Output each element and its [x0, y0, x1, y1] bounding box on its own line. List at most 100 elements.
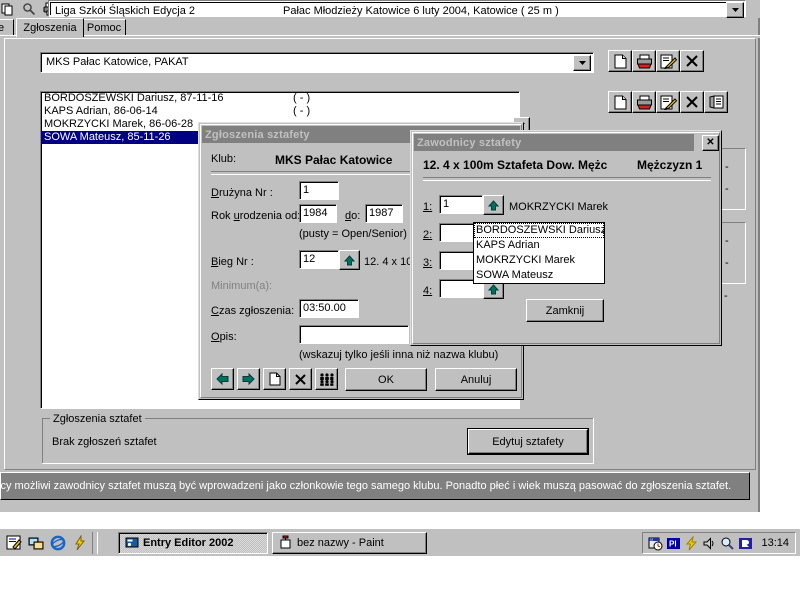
calendar-clock-icon[interactable]: 18	[647, 535, 663, 551]
divider	[423, 177, 711, 181]
club-selector-combo[interactable]: MKS Pałac Katowice, PAKAT	[40, 52, 594, 73]
new-record-button[interactable]	[263, 368, 286, 390]
cancel-button[interactable]: Anuluj	[435, 368, 517, 391]
entry-editor-icon	[125, 535, 139, 552]
leg-1-value: 1	[443, 198, 450, 210]
close-icon[interactable]: ✕	[702, 135, 719, 151]
leg-1-spinner[interactable]	[483, 195, 504, 215]
side-dash: -	[724, 290, 728, 302]
taskbar: Entry Editor 2002 bez nazwy - Paint 18 P…	[0, 528, 800, 556]
magnifier-icon[interactable]	[719, 535, 735, 551]
tab-strip: e Zgłoszenia Pomoc	[0, 18, 760, 37]
list-item-selected[interactable]: SOWA Mateusz, 85-11-26	[41, 131, 210, 144]
description-label: Opis:	[211, 331, 237, 343]
realplayer-icon[interactable]	[737, 535, 753, 551]
event-number-field[interactable]: 12	[299, 250, 339, 269]
copy-icon[interactable]	[0, 1, 18, 18]
taskbar-button-label: Entry Editor 2002	[143, 537, 234, 549]
default-button-ring	[467, 428, 589, 455]
tab-zgloszenia[interactable]: Zgłoszenia	[16, 18, 84, 37]
speaker-icon[interactable]	[701, 535, 717, 551]
language-pl-icon[interactable]: Pl	[665, 535, 681, 551]
edit-club-button[interactable]	[656, 50, 680, 72]
status-bar: scy możliwi zawodnicy sztafet muszą być …	[0, 472, 750, 500]
dropdown-option[interactable]: MOKRZYCKI Marek	[474, 253, 604, 268]
entry-side-panel-bottom: - -	[718, 222, 746, 284]
edit-entry-button[interactable]	[656, 91, 680, 113]
ok-button[interactable]: OK	[345, 368, 427, 391]
chevron-down-icon[interactable]	[726, 2, 744, 18]
delete-entry-button[interactable]	[680, 91, 704, 113]
birthyear-to-value: 1987	[369, 207, 394, 219]
tab-pomoc-label: Pomoc	[86, 22, 122, 34]
svg-text:Pl: Pl	[669, 539, 677, 548]
next-record-button[interactable]	[237, 368, 260, 390]
new-club-button[interactable]	[608, 50, 632, 72]
swimmer-dropdown-list[interactable]: BORDOSZEWSKI Dariusz KAPS Adrian MOKRZYC…	[473, 222, 605, 284]
notepad-icon[interactable]	[4, 533, 24, 553]
leg-1-label: 1:	[423, 201, 433, 213]
quick-launch-bar	[4, 532, 98, 554]
taskbar-button-paint[interactable]: bez nazwy - Paint	[272, 532, 427, 554]
list-item[interactable]: KAPS Adrian, 86-06-14 ( - )	[41, 105, 519, 118]
delete-club-button[interactable]	[680, 50, 704, 72]
leg-1-field[interactable]: 1	[439, 195, 483, 214]
dropdown-option-label: BORDOSZEWSKI Dariusz	[476, 224, 605, 236]
zoom-icon[interactable]	[18, 1, 40, 18]
list-item[interactable]: BORDOSZEWSKI Dariusz, 87-11-16 ( - )	[41, 92, 519, 105]
birthyear-hint: (pusty = Open/Senior)	[299, 228, 407, 240]
club-selector-value: MKS Pałac Katowice, PAKAT	[46, 56, 189, 68]
club-label: Klub:	[211, 153, 237, 165]
leg-3-label: 3:	[423, 257, 433, 269]
birthyear-from-field[interactable]: 1984	[299, 204, 337, 223]
side-dash: -	[725, 161, 729, 173]
desktop-background	[0, 556, 800, 600]
close-dialog-button[interactable]: Zamknij	[526, 299, 604, 322]
athlete-name: BORDOSZEWSKI Dariusz, 87-11-16	[44, 92, 224, 104]
clock[interactable]: 13:14	[755, 537, 791, 549]
team-number-field[interactable]: 1	[299, 181, 339, 200]
copy-entry-button[interactable]	[704, 91, 728, 113]
print-club-button[interactable]	[632, 50, 656, 72]
description-field[interactable]	[299, 325, 409, 344]
chevron-down-icon[interactable]	[573, 55, 591, 71]
birthyear-to-field[interactable]: 1987	[365, 204, 403, 223]
print-entry-button[interactable]	[632, 91, 656, 113]
status-bar-text: scy możliwi zawodnicy sztafet muszą być …	[0, 480, 732, 492]
tab-zgloszenia-label: Zgłoszenia	[23, 22, 77, 34]
tab-e-label: e	[0, 22, 5, 34]
entry-toolbar	[608, 91, 728, 113]
leg-1-swimmer: MOKRZYCKI Marek	[509, 201, 609, 213]
leg-2-label: 2:	[423, 229, 433, 241]
club-value: MKS Pałac Katowice	[275, 153, 393, 167]
cancel-button-label: Anuluj	[460, 373, 492, 386]
entry-time-field[interactable]: 03:50.00	[299, 299, 359, 318]
internet-explorer-icon[interactable]	[48, 533, 68, 553]
athlete-name: MOKRZYCKI Marek, 86-06-28	[44, 118, 194, 130]
dropdown-option-label: MOKRZYCKI Marek	[476, 254, 576, 266]
power-bolt-icon[interactable]	[683, 535, 699, 551]
swimmers-dialog-title: Zawodnicy sztafety	[417, 136, 522, 149]
athlete-entries: ( - )	[293, 105, 311, 117]
swimmers-button[interactable]	[315, 368, 338, 390]
network-icon[interactable]	[26, 533, 46, 553]
team-number-label-rest: rużyna Nr :	[218, 187, 273, 199]
swimmers-dialog-titlebar[interactable]: Zawodnicy sztafety	[414, 134, 694, 151]
dropdown-option[interactable]: BORDOSZEWSKI Dariusz	[474, 223, 604, 238]
taskbar-button-entry-editor[interactable]: Entry Editor 2002	[118, 532, 268, 554]
meet-selector-combo[interactable]: Liga Szkół Śląskich Edycja 2 Pałac Młodz…	[48, 0, 746, 18]
delete-record-button[interactable]	[289, 368, 312, 390]
previous-record-button[interactable]	[211, 368, 234, 390]
edit-relays-button[interactable]: Edytuj sztafety	[467, 428, 589, 455]
tab-e[interactable]: e	[0, 19, 14, 36]
dropdown-option[interactable]: KAPS Adrian	[474, 238, 604, 253]
system-tray: 18 Pl 13:14	[642, 532, 796, 554]
tab-pomoc[interactable]: Pomoc	[82, 19, 126, 36]
svg-text:18: 18	[650, 537, 654, 541]
divider	[92, 532, 98, 554]
birthyear-from-value: 1984	[303, 207, 328, 219]
shortcut-icon[interactable]	[70, 533, 90, 553]
dropdown-option[interactable]: SOWA Mateusz	[474, 268, 604, 283]
event-number-spinner[interactable]	[339, 250, 360, 270]
new-entry-button[interactable]	[608, 91, 632, 113]
